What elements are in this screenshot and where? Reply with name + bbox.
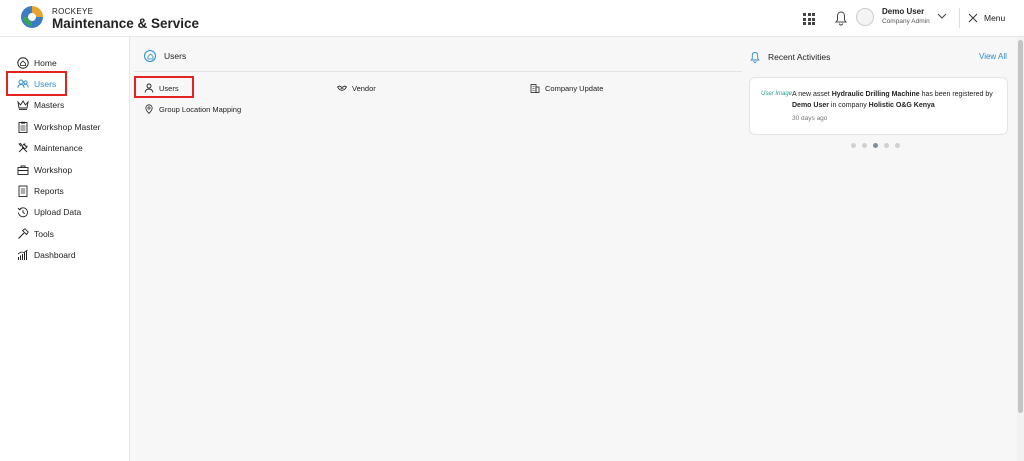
submenu-item-label: Vendor [352, 83, 376, 93]
crown-icon [17, 100, 29, 110]
avatar[interactable] [856, 8, 874, 26]
sidebar-item-label: Workshop [34, 165, 73, 175]
sidebar-item-maintenance[interactable]: Maintenance [17, 140, 83, 156]
home-icon[interactable] [144, 50, 156, 62]
history-icon [17, 207, 28, 218]
activity-suffix: has been registered by [919, 91, 993, 98]
page-title: Users [164, 51, 187, 61]
carousel-dot[interactable] [884, 143, 889, 148]
activity-prefix: A new asset [792, 91, 832, 98]
app-title: Maintenance & Service [52, 16, 200, 31]
activity-card[interactable]: User Image A new asset Hydraulic Drillin… [749, 77, 1008, 135]
sidebar-item-workshop[interactable]: Workshop [17, 162, 72, 178]
bar-chart-icon [17, 249, 28, 260]
user-image-placeholder: User Image [761, 91, 793, 97]
rockeye-logo-icon[interactable] [20, 5, 44, 29]
breadcrumb: Users [144, 50, 186, 62]
home-icon [17, 57, 29, 69]
sidebar-item-label: Maintenance [34, 143, 83, 153]
sidebar-item-label: Workshop Master [34, 122, 101, 132]
briefcase-icon [17, 165, 29, 175]
sidebar-item-masters[interactable]: Masters [17, 97, 64, 113]
close-icon [968, 13, 978, 23]
sidebar: Home Users Masters Workshop Master Maint… [0, 37, 130, 461]
sidebar-item-home[interactable]: Home [17, 55, 57, 71]
header-divider [959, 8, 960, 28]
submenu-item-group-location-mapping[interactable]: Group Location Mapping [144, 102, 241, 116]
menu-label: Menu [984, 13, 1006, 23]
handshake-icon [337, 85, 347, 91]
location-pin-icon [145, 104, 153, 114]
activity-middle: in company [828, 102, 869, 109]
tools-icon [18, 142, 28, 153]
sidebar-item-label: Dashboard [34, 250, 76, 260]
activity-company: Holistic O&G Kenya [868, 102, 935, 109]
submenu-item-label: Company Update [545, 83, 604, 93]
top-header: ROCKEYE Maintenance & Service Demo User … [0, 0, 1024, 37]
sidebar-item-label: Upload Data [34, 207, 82, 217]
main-content: Users Users Vendor Company Update Group … [130, 37, 1017, 461]
activity-text-line1: A new asset Hydraulic Drilling Machine h… [792, 91, 993, 98]
recent-activities-title: Recent Activities [768, 52, 831, 62]
sidebar-item-label: Tools [34, 229, 54, 239]
apps-grid-icon[interactable] [801, 11, 817, 27]
divider [134, 71, 742, 72]
hammer-icon [18, 228, 29, 239]
building-icon [530, 84, 540, 93]
activity-timestamp: 30 days ago [792, 115, 828, 122]
sidebar-item-label: Reports [34, 186, 64, 196]
carousel-dot[interactable] [851, 143, 856, 148]
activity-text-line2: Demo User in company Holistic O&G Kenya [792, 102, 935, 109]
report-icon [18, 185, 28, 197]
bell-icon [750, 52, 760, 63]
recent-activities-header: Recent Activities [750, 51, 830, 63]
sidebar-item-label: Home [34, 58, 57, 68]
clipboard-icon [18, 121, 28, 133]
submenu-item-label: Group Location Mapping [159, 104, 242, 114]
menu-button[interactable]: Menu [968, 11, 1005, 25]
sidebar-item-dashboard[interactable]: Dashboard [17, 247, 76, 263]
notification-bell-icon[interactable] [834, 10, 848, 26]
sidebar-item-reports[interactable]: Reports [17, 183, 64, 199]
highlight-box [6, 71, 67, 96]
activity-user: Demo User [792, 102, 829, 109]
submenu-item-company-update[interactable]: Company Update [530, 81, 603, 95]
carousel-dots [851, 143, 900, 148]
submenu-item-vendor[interactable]: Vendor [337, 81, 376, 95]
carousel-dot[interactable] [895, 143, 900, 148]
user-role: Company Admin [882, 18, 930, 25]
user-name: Demo User [882, 7, 925, 16]
sidebar-item-workshop-master[interactable]: Workshop Master [17, 119, 100, 135]
chevron-down-icon[interactable] [937, 12, 947, 20]
highlight-box [134, 76, 194, 98]
carousel-dot-active[interactable] [873, 143, 878, 148]
sidebar-item-label: Masters [34, 100, 65, 110]
carousel-dot[interactable] [862, 143, 867, 148]
sidebar-item-upload-data[interactable]: Upload Data [17, 204, 81, 220]
brand-name: ROCKEYE [52, 7, 94, 16]
view-all-link[interactable]: View All [979, 52, 1007, 61]
scrollbar-thumb[interactable] [1018, 40, 1023, 413]
asset-name: Hydraulic Drilling Machine [831, 91, 920, 98]
sidebar-item-tools[interactable]: Tools [17, 226, 54, 242]
